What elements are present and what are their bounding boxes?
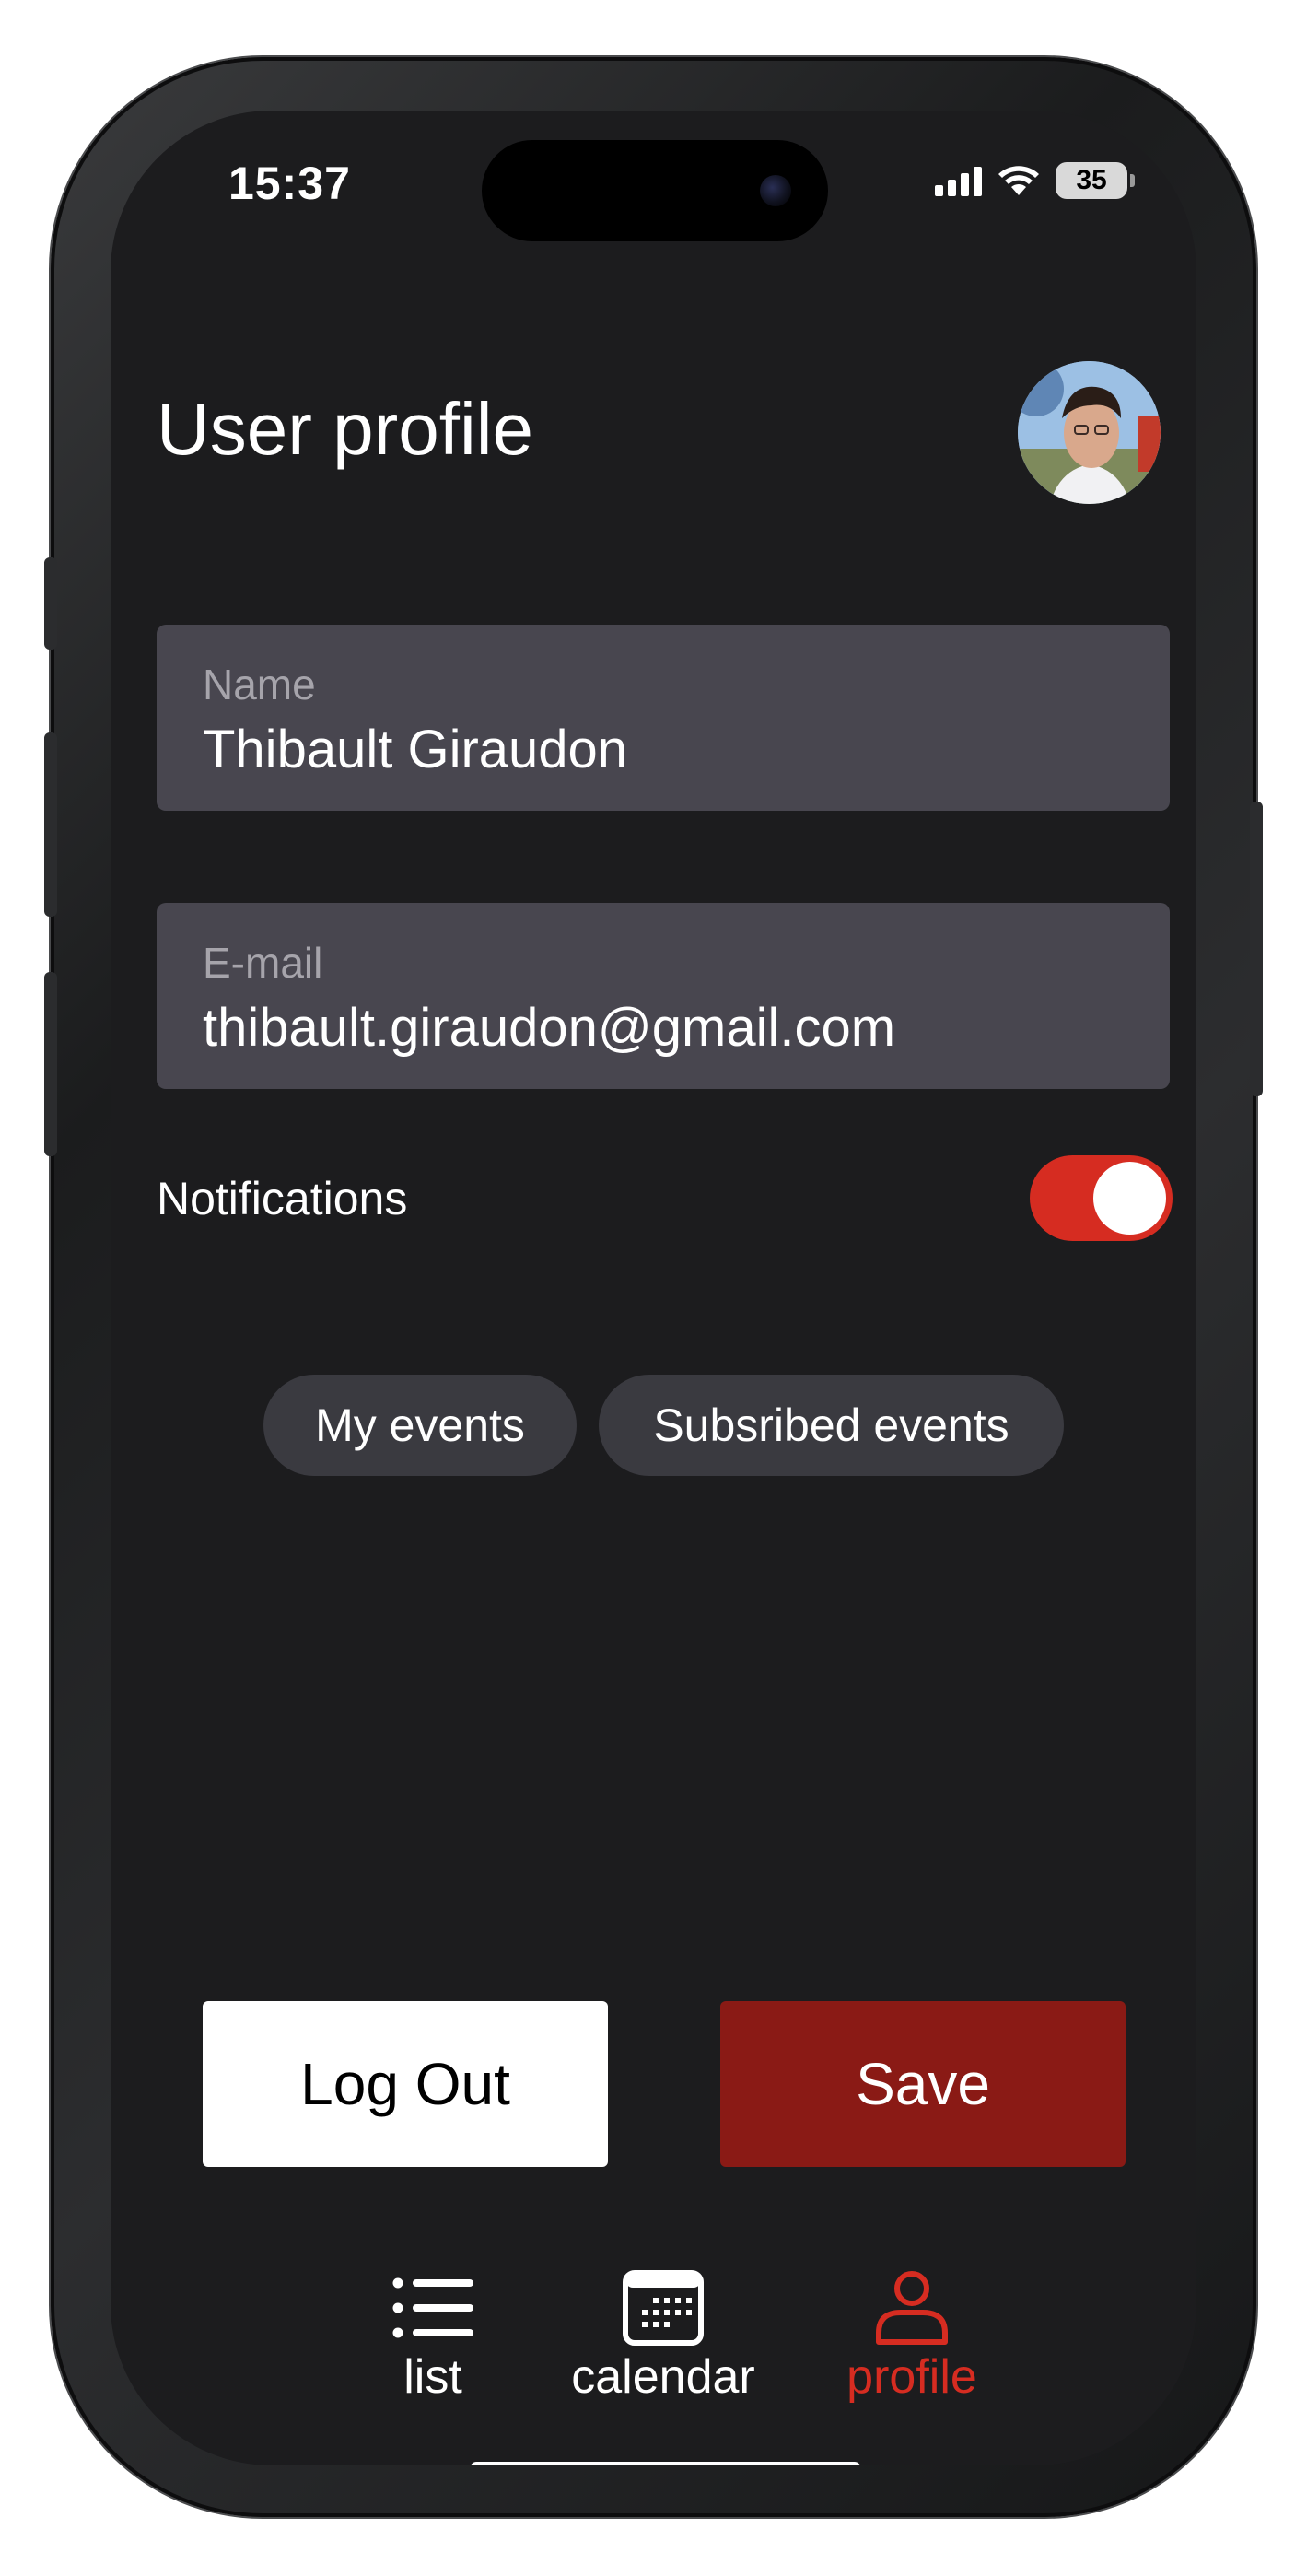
avatar[interactable] [1018,361,1161,504]
power-button [1250,802,1263,1096]
volume-down-button [44,972,57,1156]
camera-icon [760,175,791,206]
tab-bar-item-calendar[interactable]: calendar [534,2266,792,2405]
tab-bar-item-profile[interactable]: profile [820,2266,1004,2405]
cellular-signal-icon [935,165,982,196]
tab-subscribed-events[interactable]: Subsribed events [599,1375,1064,1476]
email-input[interactable]: thibault.giraudon@gmail.com [203,997,1170,1059]
notifications-label: Notifications [157,1173,408,1224]
action-button [44,557,57,650]
name-field[interactable]: Name Thibault Giraudon [157,625,1170,811]
email-label: E-mail [203,939,323,987]
notifications-toggle[interactable] [1030,1155,1173,1241]
status-time: 15:37 [228,158,351,209]
battery-icon: 35 [1056,162,1135,199]
tab-bar-label-list: list [403,2350,462,2404]
logout-button[interactable]: Log Out [203,2001,608,2167]
tab-my-events[interactable]: My events [263,1375,577,1476]
status-icons: 35 [935,162,1135,199]
profile-photo [1018,361,1161,504]
dynamic-island [482,140,828,241]
name-input[interactable]: Thibault Giraudon [203,719,1170,780]
list-icon [392,2266,473,2349]
person-icon [875,2266,949,2349]
home-indicator[interactable] [470,2462,861,2465]
volume-up-button [44,732,57,917]
tab-bar-item-list[interactable]: list [355,2266,511,2405]
app-screen: 15:37 35 User profile Name Thibault Gira… [111,111,1196,2465]
tab-bar-label-calendar: calendar [571,2350,755,2404]
calendar-icon [623,2266,704,2349]
wifi-icon [998,166,1039,195]
page-title: User profile [157,388,534,470]
email-field[interactable]: E-mail thibault.giraudon@gmail.com [157,903,1170,1089]
tab-bar-label-profile: profile [846,2350,977,2404]
save-button[interactable]: Save [720,2001,1126,2167]
name-label: Name [203,661,316,708]
toggle-knob [1093,1162,1166,1235]
